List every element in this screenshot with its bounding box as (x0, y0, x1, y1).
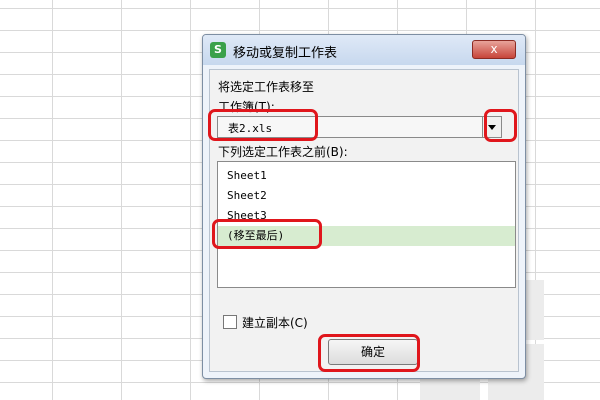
before-sheet-label: 下列选定工作表之前(B): (218, 145, 348, 159)
list-item-sheet2[interactable]: Sheet2 (218, 186, 519, 206)
list-item-sheet1[interactable]: Sheet1 (218, 166, 519, 186)
create-copy-checkbox[interactable] (223, 315, 237, 329)
annotation-move-to-end (212, 219, 322, 249)
annotation-ok-button (318, 334, 420, 372)
annotation-workbook-value (208, 109, 318, 141)
annotation-dropdown-arrow (484, 109, 517, 142)
move-copy-sheet-dialog: S 移动或复制工作表 x 将选定工作表移至 工作簿(T): 表2.xls 下列选… (202, 34, 526, 379)
app-s-icon: S (210, 42, 226, 58)
create-copy-label: 建立副本(C) (242, 316, 308, 330)
move-selected-label: 将选定工作表移至 (218, 80, 315, 94)
dialog-titlebar[interactable]: S 移动或复制工作表 x (203, 35, 525, 65)
close-icon[interactable]: x (472, 40, 516, 59)
dialog-title: 移动或复制工作表 (233, 46, 338, 61)
